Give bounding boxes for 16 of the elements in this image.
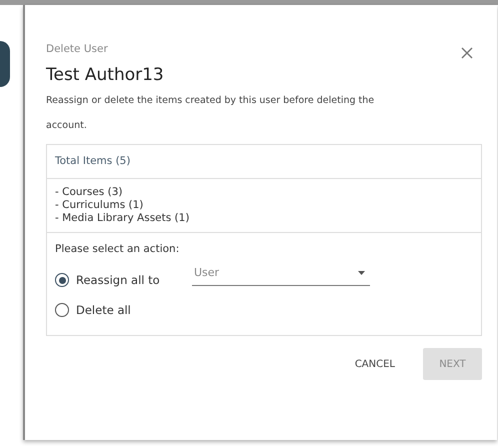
- close-icon[interactable]: [461, 47, 473, 59]
- radio-option[interactable]: Delete all: [55, 303, 192, 317]
- cancel-button[interactable]: CANCEL: [346, 348, 403, 380]
- action-prompt: Please select an action:: [55, 243, 180, 255]
- item-count: - Courses (3): [55, 186, 124, 199]
- caret-icon: [358, 270, 365, 274]
- item-count: - Curriculums (1): [55, 199, 144, 212]
- dialog-title: Test Author13: [46, 65, 165, 85]
- item-count: - Media Library Assets (1): [55, 212, 190, 225]
- radio-option[interactable]: Reassign all to: [55, 273, 192, 287]
- total-items-header: Total Items (5): [47, 145, 481, 179]
- dialog-subtitle: Delete User: [46, 43, 108, 55]
- radio-icon[interactable]: [55, 273, 69, 287]
- radio-icon[interactable]: [55, 303, 69, 317]
- dialog-description: Reassign or delete the items created by this user before deleting the account.: [46, 94, 376, 133]
- user-dropdown[interactable]: User: [192, 266, 370, 286]
